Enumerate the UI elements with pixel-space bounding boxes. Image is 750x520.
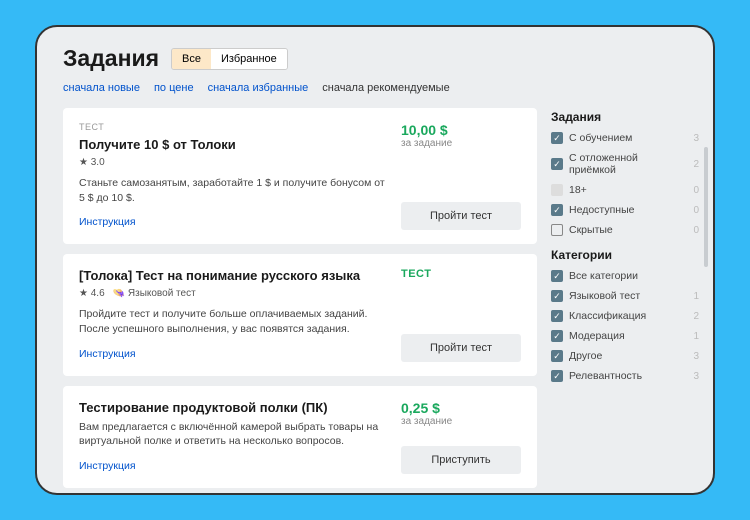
sidebar-section-title: Задания bbox=[551, 110, 699, 124]
task-test-badge: ТЕСТ bbox=[401, 268, 521, 280]
filter-language-test[interactable]: Языковой тест1 bbox=[551, 290, 699, 302]
checkbox-icon[interactable] bbox=[551, 330, 563, 342]
task-title[interactable]: Тестирование продуктовой полки (ПК) bbox=[79, 400, 387, 415]
filter-classification[interactable]: Классификация2 bbox=[551, 310, 699, 322]
checkbox-icon[interactable] bbox=[551, 224, 563, 236]
sort-bar: сначала новые по цене сначала избранные … bbox=[63, 82, 703, 94]
checkbox-icon[interactable] bbox=[551, 270, 563, 282]
filter-hidden[interactable]: Скрытые0 bbox=[551, 224, 699, 236]
task-meta: ★ 4.6👒 Языковой тест bbox=[79, 288, 387, 299]
start-test-button[interactable]: Пройти тест bbox=[401, 334, 521, 362]
checkbox-icon[interactable] bbox=[551, 370, 563, 382]
sidebar: Задания С обучением3 С отложенной приёмк… bbox=[551, 108, 703, 488]
task-card: ТЕСТ Получите 10 $ от Толоки ★ 3.0 Стань… bbox=[63, 108, 537, 244]
task-list: ТЕСТ Получите 10 $ от Толоки ★ 3.0 Стань… bbox=[63, 108, 537, 488]
start-test-button[interactable]: Пройти тест bbox=[401, 202, 521, 230]
sort-price[interactable]: по цене bbox=[154, 82, 194, 94]
filter-moderation[interactable]: Модерация1 bbox=[551, 330, 699, 342]
checkbox-icon[interactable] bbox=[551, 132, 563, 144]
tab-all[interactable]: Все bbox=[172, 49, 211, 69]
checkbox-icon[interactable] bbox=[551, 204, 563, 216]
filter-other[interactable]: Другое3 bbox=[551, 350, 699, 362]
checkbox-icon[interactable] bbox=[551, 158, 563, 170]
tabs: Все Избранное bbox=[171, 48, 288, 70]
scrollbar[interactable] bbox=[704, 147, 708, 267]
filter-delayed[interactable]: С отложенной приёмкой2 bbox=[551, 152, 699, 176]
tab-favorites[interactable]: Избранное bbox=[211, 49, 287, 69]
checkbox-icon[interactable] bbox=[551, 310, 563, 322]
filter-relevance[interactable]: Релевантность3 bbox=[551, 370, 699, 382]
task-badge: ТЕСТ bbox=[79, 122, 387, 132]
page-title: Задания bbox=[63, 45, 159, 72]
task-title[interactable]: Получите 10 $ от Толоки bbox=[79, 137, 387, 152]
task-price: 10,00 $ bbox=[401, 122, 521, 138]
task-desc: Вам предлагается с включённой камерой вы… bbox=[79, 420, 387, 449]
instruction-link[interactable]: Инструкция bbox=[79, 348, 136, 360]
filter-training[interactable]: С обучением3 bbox=[551, 132, 699, 144]
filter-unavailable[interactable]: Недоступные0 bbox=[551, 204, 699, 216]
task-card: Тестирование продуктовой полки (ПК) Вам … bbox=[63, 386, 537, 488]
task-price: 0,25 $ bbox=[401, 400, 521, 416]
task-meta: ★ 3.0 bbox=[79, 157, 387, 168]
sort-favorites[interactable]: сначала избранные bbox=[208, 82, 309, 94]
task-card: [Толока] Тест на понимание русского язык… bbox=[63, 254, 537, 375]
instruction-link[interactable]: Инструкция bbox=[79, 216, 136, 228]
start-button[interactable]: Приступить bbox=[401, 446, 521, 474]
age-badge-icon bbox=[551, 184, 563, 196]
instruction-link[interactable]: Инструкция bbox=[79, 460, 136, 472]
task-title[interactable]: [Толока] Тест на понимание русского язык… bbox=[79, 268, 387, 283]
task-desc: Станьте самозанятым, заработайте 1 $ и п… bbox=[79, 176, 387, 205]
sort-recommended[interactable]: сначала рекомендуемые bbox=[322, 82, 449, 94]
task-price-label: за задание bbox=[401, 138, 521, 149]
task-price-label: за задание bbox=[401, 416, 521, 427]
filter-18plus[interactable]: 18+0 bbox=[551, 184, 699, 196]
filter-all-categories[interactable]: Все категории bbox=[551, 270, 699, 282]
checkbox-icon[interactable] bbox=[551, 350, 563, 362]
task-desc: Пройдите тест и получите больше оплачива… bbox=[79, 307, 387, 336]
checkbox-icon[interactable] bbox=[551, 290, 563, 302]
sort-new[interactable]: сначала новые bbox=[63, 82, 140, 94]
sidebar-section-title: Категории bbox=[551, 248, 699, 262]
